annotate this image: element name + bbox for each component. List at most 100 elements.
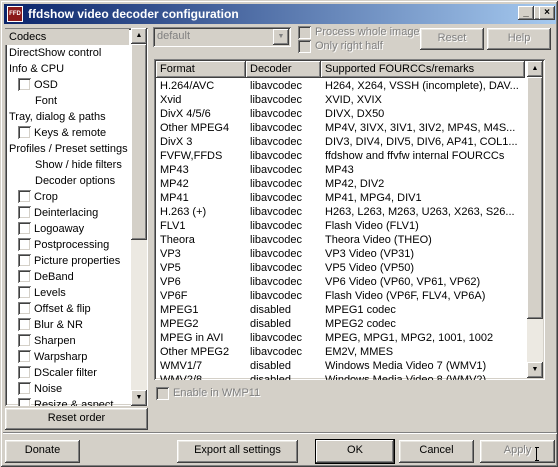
- decoder-cell[interactable]: libavcodec: [246, 191, 321, 205]
- tree-item[interactable]: Noise: [5, 381, 129, 397]
- decoder-cell[interactable]: libavcodec: [246, 135, 321, 149]
- decoder-cell[interactable]: libavcodec: [246, 289, 321, 303]
- tree-item[interactable]: Warpsharp: [5, 349, 129, 365]
- table-row[interactable]: FLV1 libavcodec Flash Video (FLV1): [156, 219, 525, 233]
- tree-item-checkbox[interactable]: [18, 238, 31, 251]
- help-button[interactable]: Help: [487, 28, 551, 50]
- decoder-cell[interactable]: libavcodec: [246, 205, 321, 219]
- decoder-cell[interactable]: libavcodec: [246, 177, 321, 191]
- table-row[interactable]: Theora libavcodec Theora Video (THEO): [156, 233, 525, 247]
- tree-item[interactable]: Deinterlacing: [5, 205, 129, 221]
- table-row[interactable]: FVFW,FFDS libavcodec ffdshow and ffvfw int…: [156, 149, 525, 163]
- decoder-cell[interactable]: libavcodec: [246, 345, 321, 359]
- tree-item-checkbox[interactable]: [18, 254, 31, 267]
- tree-item-checkbox[interactable]: [18, 334, 31, 347]
- table-row[interactable]: MP41 libavcodec MP41, MPG4, DIV1: [156, 191, 525, 205]
- tree-item[interactable]: Tray, dialog & paths: [5, 109, 129, 125]
- tree-item[interactable]: Logoaway: [5, 221, 129, 237]
- codecs-list[interactable]: Format Decoder Supported FOURCCs/remarks…: [154, 59, 545, 380]
- scroll-down-arrow-icon[interactable]: ▼: [131, 390, 147, 406]
- decoder-cell[interactable]: disabled: [246, 359, 321, 373]
- table-row[interactable]: MPEG2 disabled MPEG2 codec: [156, 317, 525, 331]
- cancel-button[interactable]: Cancel: [399, 440, 474, 463]
- tree-scroll-thumb[interactable]: [131, 44, 147, 240]
- column-header-format[interactable]: Format: [156, 61, 246, 78]
- title-bar[interactable]: FFD ffdshow video decoder configuration …: [4, 4, 556, 24]
- tree-item[interactable]: Decoder options: [5, 173, 129, 189]
- tree-item-checkbox[interactable]: [18, 126, 31, 139]
- table-row[interactable]: H.263 (+) libavcodec H263, L263, M263, U26…: [156, 205, 525, 219]
- tree-item[interactable]: Profiles / Preset settings: [5, 141, 129, 157]
- scroll-up-arrow-icon[interactable]: ▲: [527, 61, 543, 77]
- scroll-down-arrow-icon[interactable]: ▼: [527, 362, 543, 378]
- reset-order-button[interactable]: Reset order: [5, 408, 148, 430]
- tree-item-checkbox[interactable]: [18, 382, 31, 395]
- list-scroll-thumb[interactable]: [527, 77, 543, 319]
- tree-item[interactable]: Sharpen: [5, 333, 129, 349]
- decoder-cell[interactable]: libavcodec: [246, 163, 321, 177]
- table-row[interactable]: MPEG1 disabled MPEG1 codec: [156, 303, 525, 317]
- tree-item-checkbox[interactable]: [18, 190, 31, 203]
- table-row[interactable]: VP5 libavcodec VP5 Video (VP50): [156, 261, 525, 275]
- ok-button[interactable]: OK: [316, 440, 394, 463]
- tree-scrollbar[interactable]: ▲ ▼: [131, 28, 147, 406]
- tree-item[interactable]: Offset & flip: [5, 301, 129, 317]
- chevron-down-icon[interactable]: ▼: [273, 29, 289, 45]
- tree-item[interactable]: Resize & aspect: [5, 397, 129, 406]
- tree-item-checkbox[interactable]: [18, 206, 31, 219]
- tree-item[interactable]: Levels: [5, 285, 129, 301]
- minimize-button[interactable]: _: [518, 6, 534, 20]
- tree-item[interactable]: Font: [5, 93, 129, 109]
- table-row[interactable]: WMV1/7 disabled Windows Media Video 7 (WMV…: [156, 359, 525, 373]
- donate-button[interactable]: Donate: [5, 440, 80, 463]
- table-row[interactable]: VP6 libavcodec VP6 Video (VP60, VP61, VP62…: [156, 275, 525, 289]
- table-row[interactable]: MP42 libavcodec MP42, DIV2: [156, 177, 525, 191]
- decoder-cell[interactable]: libavcodec: [246, 79, 321, 93]
- tree-item[interactable]: Picture properties: [5, 253, 129, 269]
- decoder-cell[interactable]: disabled: [246, 317, 321, 331]
- table-row[interactable]: Xvid libavcodec XVID, XVIX: [156, 93, 525, 107]
- tree-item-checkbox[interactable]: [18, 398, 31, 406]
- list-scrollbar[interactable]: ▲ ▼: [527, 61, 543, 378]
- settings-tree[interactable]: Codecs DirectShow control Info & CPU OSD Fon…: [5, 28, 148, 406]
- tree-item[interactable]: Crop: [5, 189, 129, 205]
- decoder-cell[interactable]: disabled: [246, 373, 321, 380]
- tree-item-checkbox[interactable]: [18, 318, 31, 331]
- decoder-cell[interactable]: libavcodec: [246, 247, 321, 261]
- process-whole-image-checkbox[interactable]: [298, 26, 311, 39]
- scroll-up-arrow-icon[interactable]: ▲: [131, 28, 147, 44]
- table-row[interactable]: VP3 libavcodec VP3 Video (VP31): [156, 247, 525, 261]
- only-right-half-checkbox[interactable]: [298, 40, 311, 53]
- tree-item-checkbox[interactable]: [18, 286, 31, 299]
- tree-item-checkbox[interactable]: [18, 302, 31, 315]
- decoder-cell[interactable]: libavcodec: [246, 93, 321, 107]
- enable-in-wmp11-checkbox[interactable]: [156, 387, 169, 400]
- tree-item-checkbox[interactable]: [18, 270, 31, 283]
- tree-item[interactable]: DirectShow control: [5, 45, 129, 61]
- export-all-settings-button[interactable]: Export all settings: [177, 440, 298, 463]
- reset-button[interactable]: Reset: [420, 28, 484, 50]
- table-row[interactable]: WMV2/8 disabled Windows Media Video 8 (WMV…: [156, 373, 525, 380]
- tree-item-checkbox[interactable]: [18, 222, 31, 235]
- tree-item-checkbox[interactable]: [18, 78, 31, 91]
- table-row[interactable]: MPEG in AVI libavcodec MPEG, MPG1, MPG2, 1…: [156, 331, 525, 345]
- close-button[interactable]: ×: [539, 6, 555, 20]
- column-header-decoder[interactable]: Decoder: [246, 61, 321, 78]
- column-header-fourccs[interactable]: Supported FOURCCs/remarks: [321, 61, 525, 78]
- tree-item[interactable]: DeBand: [5, 269, 129, 285]
- ffdshow-app-icon[interactable]: FFD: [7, 6, 23, 22]
- table-row[interactable]: MP43 libavcodec MP43: [156, 163, 525, 177]
- table-row[interactable]: VP6F libavcodec Flash Video (VP6F, FLV4, V…: [156, 289, 525, 303]
- decoder-cell[interactable]: libavcodec: [246, 121, 321, 135]
- decoder-cell[interactable]: libavcodec: [246, 107, 321, 121]
- tree-item[interactable]: Show / hide filters: [5, 157, 129, 173]
- table-row[interactable]: H.264/AVC libavcodec H264, X264, VSSH (inc…: [156, 79, 525, 93]
- tree-item[interactable]: DScaler filter: [5, 365, 129, 381]
- decoder-cell[interactable]: libavcodec: [246, 275, 321, 289]
- tree-item[interactable]: Info & CPU: [5, 61, 129, 77]
- apply-button[interactable]: Apply: [480, 440, 555, 463]
- decoder-cell[interactable]: libavcodec: [246, 261, 321, 275]
- tree-item[interactable]: Postprocessing: [5, 237, 129, 253]
- preset-select[interactable]: default ▼: [153, 27, 291, 47]
- decoder-cell[interactable]: libavcodec: [246, 233, 321, 247]
